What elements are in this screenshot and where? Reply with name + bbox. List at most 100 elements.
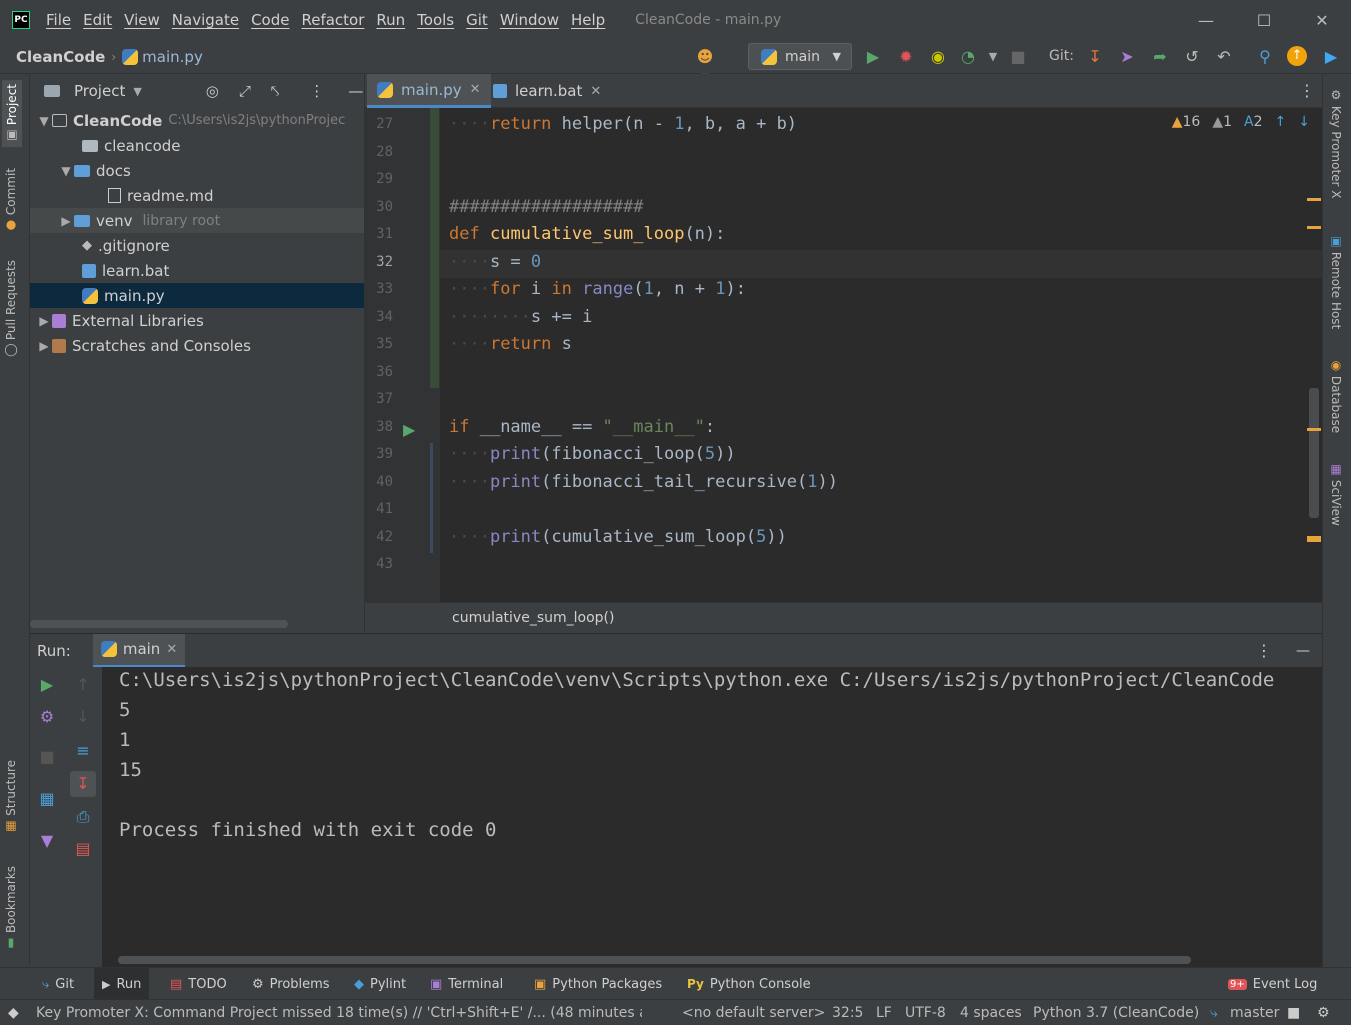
tree-item-venv[interactable]: ▶ venv library root [30, 208, 364, 233]
pin-icon[interactable]: ▼ [36, 831, 58, 851]
lock-icon[interactable]: ■ [1287, 1000, 1300, 1025]
error-stripe-mark[interactable] [1307, 198, 1321, 201]
tool-tab-run[interactable]: ▶ Run [94, 968, 150, 1000]
coverage-icon[interactable]: ◉ [927, 47, 949, 67]
menu-refactor[interactable]: Refactor [295, 11, 370, 29]
tree-item-scratches[interactable]: ▶ Scratches and Consoles [30, 333, 364, 358]
git-commit-icon[interactable]: ➤ [1116, 47, 1138, 67]
status-encoding[interactable]: UTF-8 [905, 1000, 946, 1025]
previous-highlight-icon[interactable]: ↑ [1275, 114, 1287, 130]
tool-tab-event-log[interactable]: 9+ Event Log [1220, 968, 1325, 1000]
update-icon[interactable]: ↑ [1287, 46, 1307, 66]
tool-tab-database[interactable]: ◉ Database [1329, 358, 1343, 433]
print-icon[interactable]: ⎙ [72, 807, 94, 827]
git-push-icon[interactable]: ➦ [1149, 47, 1171, 67]
run-gutter-icon[interactable]: ▶ [403, 420, 415, 439]
tree-item-cleancode[interactable]: cleancode [30, 133, 364, 158]
error-stripe-mark[interactable] [1307, 428, 1321, 431]
code-editor[interactable]: 27 28 29 30 31 32 33 34 35 36 37 38 39 4… [365, 108, 1322, 602]
error-stripe-mark[interactable] [1307, 226, 1321, 229]
tool-tab-structure[interactable]: ▦ Structure [4, 760, 18, 834]
maximize-icon[interactable]: ☐ [1235, 11, 1293, 30]
status-line-separator[interactable]: LF [876, 1000, 892, 1025]
tool-tab-pull-requests[interactable]: ◯ Pull Requests [4, 260, 18, 358]
search-icon[interactable]: ⚲ [1254, 47, 1276, 67]
tool-tab-commit[interactable]: ● Commit [4, 168, 18, 233]
tool-tab-bookmarks[interactable]: ▮ Bookmarks [4, 866, 18, 951]
debug-icon[interactable]: ✹ [895, 47, 917, 67]
warnings-indicator[interactable]: ▲16 [1172, 114, 1201, 130]
menu-navigate[interactable]: Navigate [166, 11, 245, 29]
collapse-all-icon[interactable]: ⤣ [271, 82, 279, 100]
expand-icon[interactable]: ◆ [8, 1000, 19, 1025]
tool-tab-python-console[interactable]: Py Python Console [679, 968, 819, 1000]
tool-tab-key-promoter[interactable]: ⚙ Key Promoter X [1329, 88, 1343, 199]
down-icon[interactable]: ↓ [72, 707, 94, 727]
menu-code[interactable]: Code [245, 11, 295, 29]
chevron-down-icon[interactable]: ▼ [133, 85, 141, 98]
horizontal-scrollbar[interactable] [30, 620, 288, 628]
tree-item-learn-bat[interactable]: learn.bat [30, 258, 364, 283]
typos-indicator[interactable]: A2 [1244, 114, 1263, 130]
rerun-icon[interactable]: ▶ [36, 675, 58, 695]
close-tab-icon[interactable]: ✕ [470, 82, 481, 97]
more-run-icon[interactable]: ▼ [982, 47, 1004, 67]
tab-options-icon[interactable]: ⋮ [1299, 81, 1315, 100]
git-update-icon[interactable]: ↧ [1084, 47, 1106, 67]
horizontal-scrollbar[interactable] [118, 956, 1191, 964]
scroll-to-end-icon[interactable]: ↧ [70, 771, 96, 797]
options-icon[interactable]: ⋮ [309, 82, 324, 100]
menu-window[interactable]: Window [494, 11, 565, 29]
settings-icon[interactable]: ⚙ [36, 707, 58, 727]
stop-icon[interactable]: ■ [36, 747, 58, 767]
status-server[interactable]: <no default server> [682, 1000, 825, 1025]
inspection-widget[interactable]: ▲16 ▲1 A2 ↑ ↓ [1172, 114, 1310, 130]
rollback-icon[interactable]: ↶ [1213, 47, 1235, 67]
tool-tab-git[interactable]: ⤷ Git [34, 968, 82, 1000]
status-branch[interactable]: master [1230, 1000, 1279, 1025]
locate-icon[interactable]: ◎ [206, 82, 219, 100]
tool-tab-pylint[interactable]: ◆ Pylint [346, 968, 414, 1000]
tree-item-main-py[interactable]: main.py [30, 283, 364, 308]
menu-edit[interactable]: Edit [77, 11, 118, 29]
soft-wrap-icon[interactable]: ≡ [72, 741, 94, 761]
menu-file[interactable]: File [40, 11, 77, 29]
nav-project[interactable]: CleanCode [16, 48, 105, 66]
tool-tab-python-packages[interactable]: ▣ Python Packages [526, 968, 670, 1000]
error-stripe-mark[interactable] [1307, 536, 1321, 542]
expand-all-icon[interactable]: ⤢ [239, 82, 251, 100]
menu-help[interactable]: Help [565, 11, 611, 29]
tab-main-py[interactable]: main.py ✕ [367, 74, 491, 108]
tool-tab-project[interactable]: ▣ Project [2, 80, 22, 148]
status-interpreter[interactable]: Python 3.7 (CleanCode) [1033, 1000, 1199, 1025]
up-icon[interactable]: ↑ [72, 675, 94, 695]
run-tab-main[interactable]: main ✕ [92, 633, 186, 668]
profile-icon[interactable]: ◔ [957, 47, 979, 67]
close-tab-icon[interactable]: ✕ [590, 84, 601, 99]
menu-git[interactable]: Git [460, 11, 494, 29]
status-position[interactable]: 32:5 [832, 1000, 863, 1025]
breadcrumb-function[interactable]: cumulative_sum_loop() [452, 610, 614, 626]
run-icon[interactable]: ▶ [862, 47, 884, 67]
trash-icon[interactable]: ▤ [72, 839, 94, 859]
tool-tab-problems[interactable]: ⚙ Problems [244, 968, 338, 1000]
tree-item-gitignore[interactable]: ◆ .gitignore [30, 233, 364, 258]
tree-item-readme[interactable]: readme.md [30, 183, 364, 208]
menu-view[interactable]: View [118, 11, 166, 29]
tree-item-external-libraries[interactable]: ▶ External Libraries [30, 308, 364, 333]
close-icon[interactable]: ✕ [1293, 11, 1351, 30]
run-options-icon[interactable]: ⋮ [1256, 641, 1272, 660]
tool-tab-terminal[interactable]: ▣ Terminal [422, 968, 511, 1000]
next-highlight-icon[interactable]: ↓ [1298, 114, 1310, 130]
hide-panel-icon[interactable]: — [348, 82, 363, 100]
tree-root[interactable]: ▼ CleanCode C:\Users\is2js\pythonProjec [30, 108, 364, 133]
status-message[interactable]: Key Promoter X: Command Project missed 1… [36, 1000, 642, 1025]
nav-file[interactable]: main.py [142, 48, 203, 66]
tree-item-docs[interactable]: ▼ docs [30, 158, 364, 183]
menu-tools[interactable]: Tools [411, 11, 460, 29]
layout-icon[interactable]: ▦ [36, 789, 58, 809]
tool-tab-sciview[interactable]: ▦ SciView [1329, 462, 1343, 526]
weak-warnings-indicator[interactable]: ▲1 [1212, 114, 1232, 130]
tool-tab-todo[interactable]: ▤ TODO [162, 968, 235, 1000]
notifications-icon[interactable]: ⚙ [1317, 1000, 1330, 1025]
